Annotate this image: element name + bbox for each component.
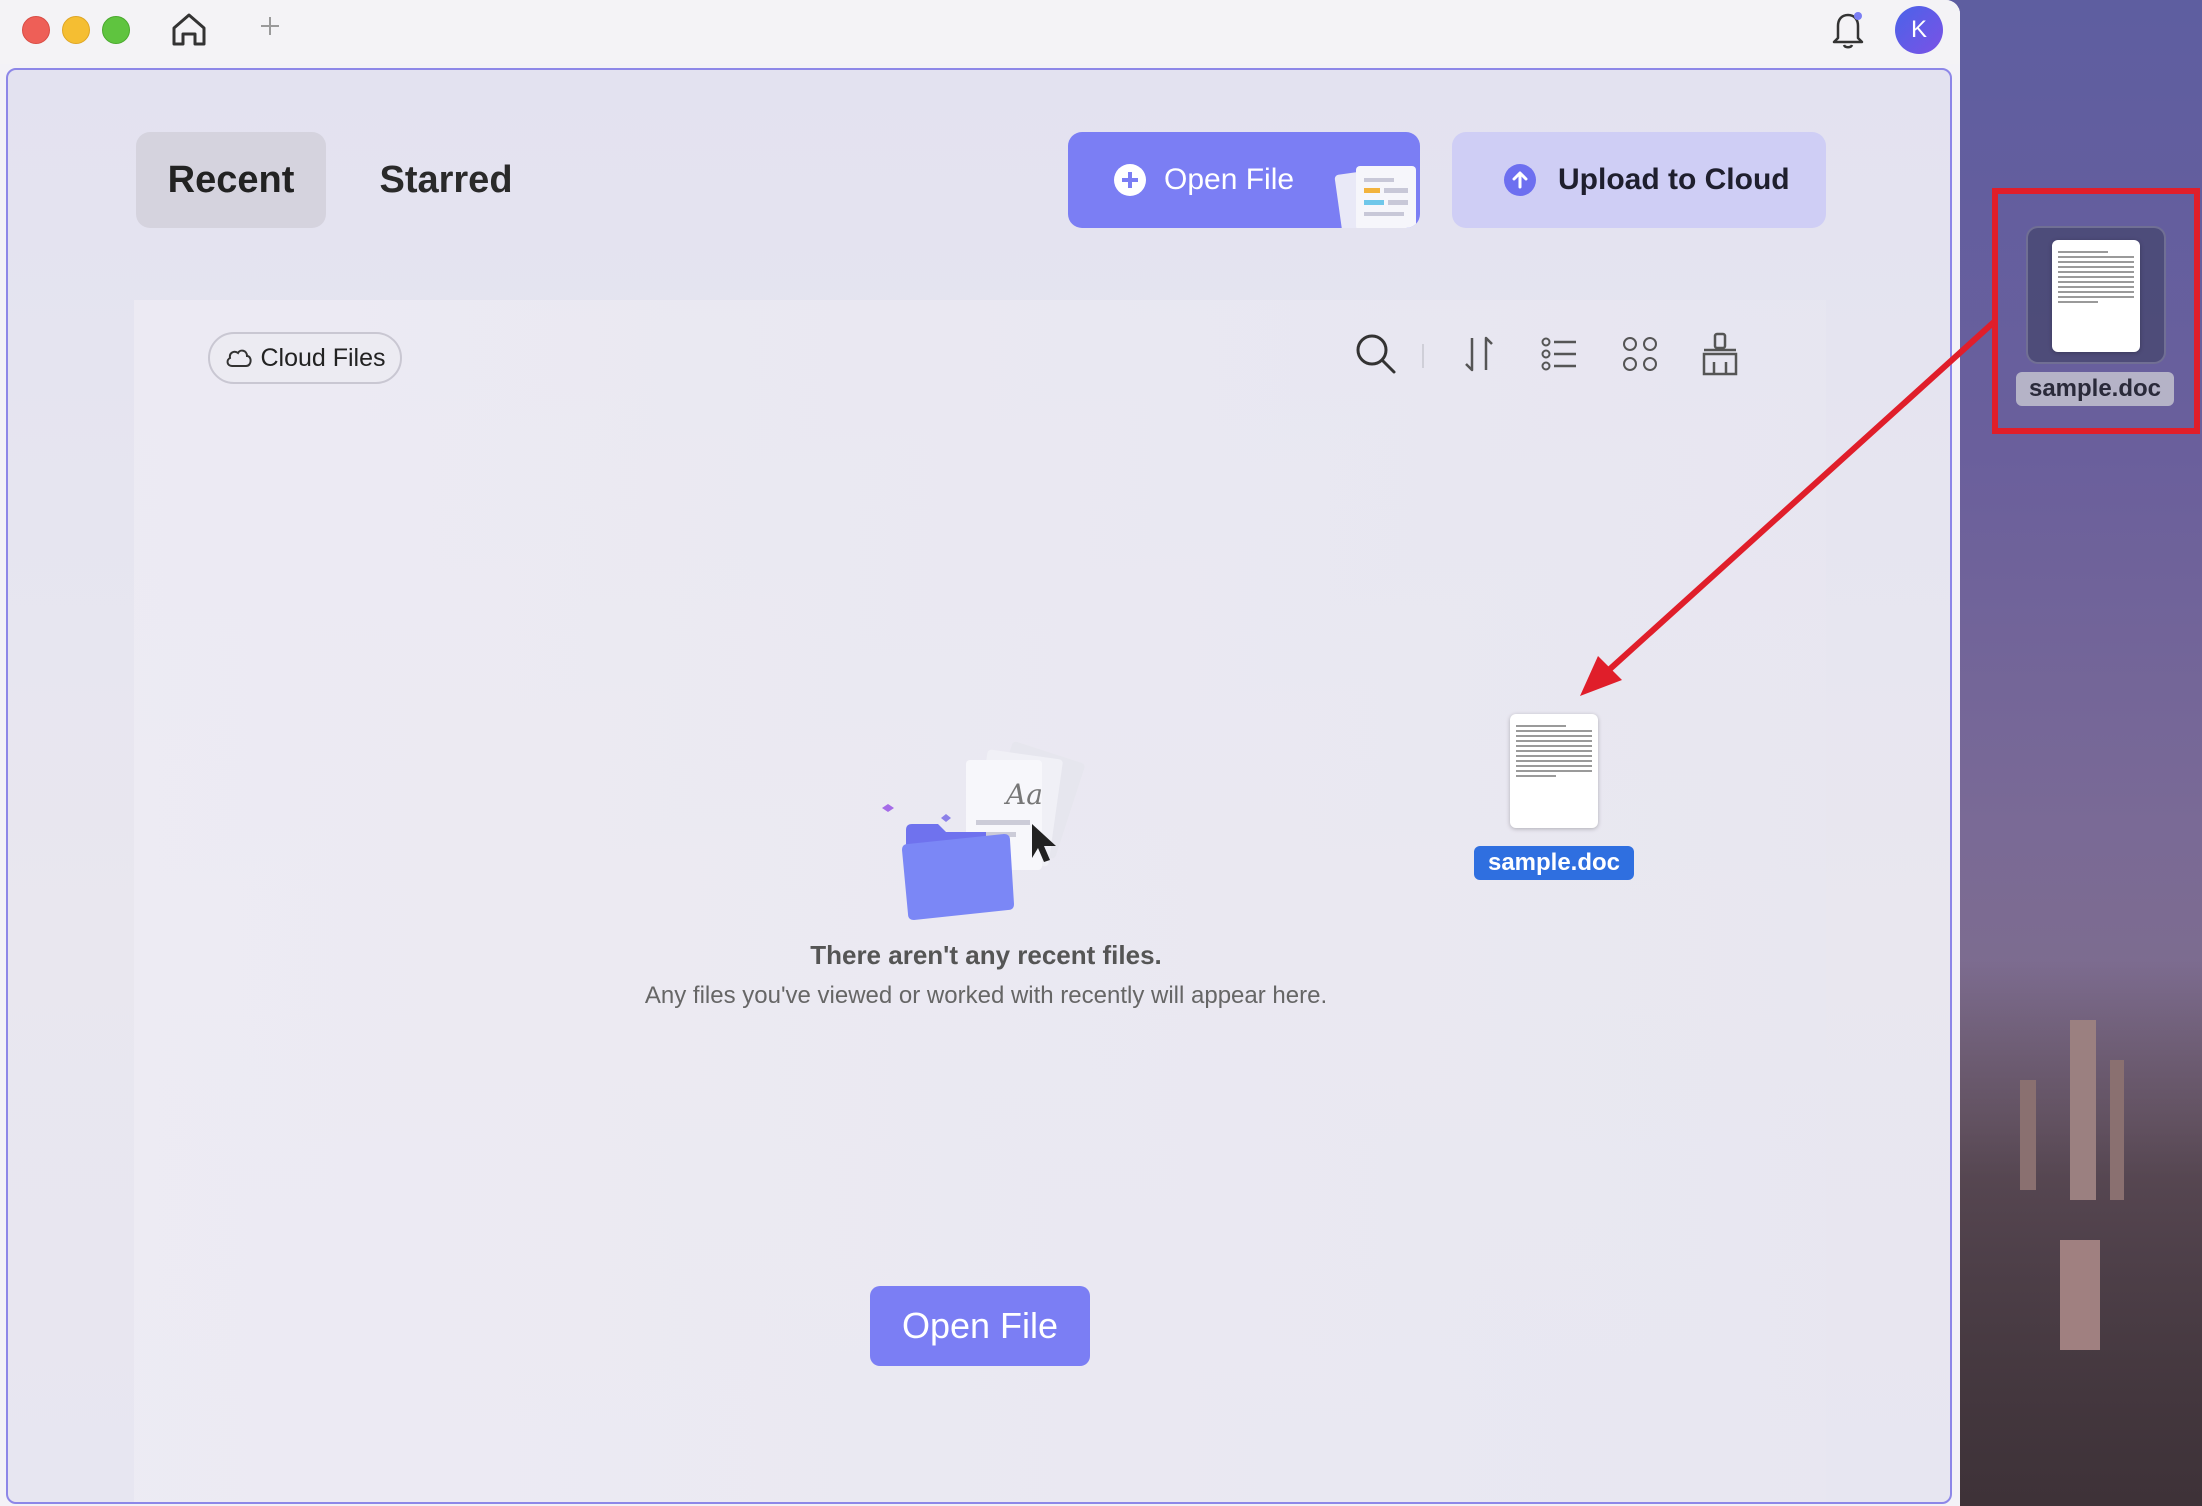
drag-arrow-annotation [1580,319,1997,696]
